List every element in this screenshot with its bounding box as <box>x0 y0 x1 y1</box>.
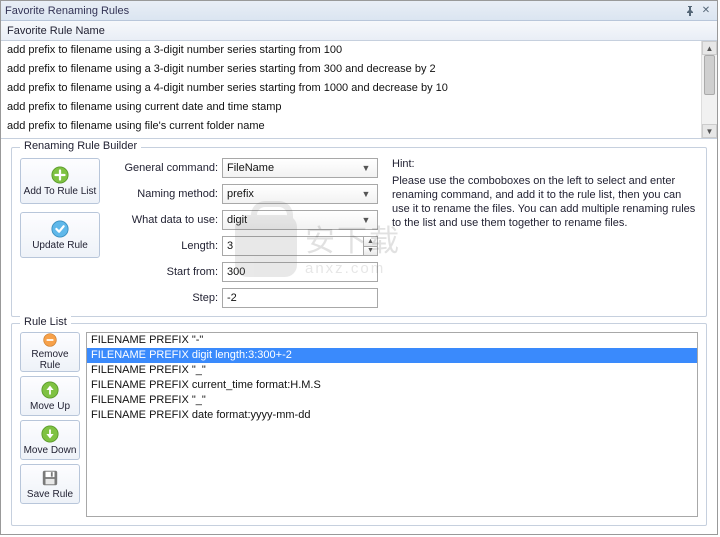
scroll-thumb[interactable] <box>704 55 715 95</box>
builder-form: General command: FileName ▼ Naming metho… <box>108 158 378 308</box>
rule-list-legend: Rule List <box>20 316 71 328</box>
favorites-header[interactable]: Favorite Rule Name <box>1 21 717 41</box>
what-data-value: digit <box>227 214 359 226</box>
chevron-down-icon: ▼ <box>359 189 373 199</box>
remove-rule-label: Remove Rule <box>21 349 79 371</box>
chevron-down-icon: ▼ <box>359 163 373 173</box>
update-rule-button[interactable]: Update Rule <box>20 212 100 258</box>
length-spinner[interactable]: 3 ▲▼ <box>222 236 378 256</box>
favorite-row[interactable]: add prefix to filename using a 3-digit n… <box>1 60 701 79</box>
naming-method-combo[interactable]: prefix ▼ <box>222 184 378 204</box>
hint-panel: Hint: Please use the comboboxes on the l… <box>386 158 698 308</box>
start-from-input[interactable]: 300 <box>222 262 378 282</box>
titlebar: Favorite Renaming Rules ✕ <box>1 1 717 21</box>
general-command-value: FileName <box>227 162 359 174</box>
start-from-label: Start from: <box>108 266 218 278</box>
favorites-list-wrap: add prefix to filename using a 3-digit n… <box>1 41 717 139</box>
rule-list-item[interactable]: FILENAME PREFIX "_" <box>87 363 697 378</box>
rule-list-item[interactable]: FILENAME PREFIX digit length:3:300+-2 <box>87 348 697 363</box>
general-command-combo[interactable]: FileName ▼ <box>222 158 378 178</box>
start-from-value: 300 <box>227 266 245 278</box>
scroll-down-icon[interactable]: ▼ <box>702 124 717 138</box>
close-icon[interactable]: ✕ <box>699 4 713 18</box>
chevron-down-icon: ▼ <box>359 215 373 225</box>
move-up-label: Move Up <box>30 401 70 412</box>
favorites-header-label: Favorite Rule Name <box>7 25 105 37</box>
hint-text: Please use the comboboxes on the left to… <box>392 174 698 230</box>
step-input[interactable]: -2 <box>222 288 378 308</box>
save-rule-label: Save Rule <box>27 489 73 500</box>
builder-legend: Renaming Rule Builder <box>20 140 141 152</box>
update-button-label: Update Rule <box>32 240 88 251</box>
favorites-scrollbar[interactable]: ▲ ▼ <box>701 41 717 138</box>
favorite-row[interactable]: add prefix to filename using current dat… <box>1 98 701 117</box>
hint-label: Hint: <box>392 158 698 170</box>
window-title: Favorite Renaming Rules <box>5 5 681 17</box>
naming-method-value: prefix <box>227 188 359 200</box>
what-data-label: What data to use: <box>108 214 218 226</box>
rule-list-box[interactable]: FILENAME PREFIX "-"FILENAME PREFIX digit… <box>86 332 698 517</box>
add-button-label: Add To Rule List <box>24 186 97 197</box>
builder-area: Renaming Rule Builder Add To Rule List U… <box>1 139 717 323</box>
favorite-row[interactable]: add prefix to filename using a 3-digit n… <box>1 41 701 60</box>
remove-rule-button[interactable]: Remove Rule <box>20 332 80 372</box>
scroll-up-icon[interactable]: ▲ <box>702 41 717 55</box>
what-data-combo[interactable]: digit ▼ <box>222 210 378 230</box>
length-value: 3 <box>227 240 233 252</box>
rule-list-item[interactable]: FILENAME PREFIX date format:yyyy-mm-dd <box>87 408 697 423</box>
spin-up-icon[interactable]: ▲ <box>363 237 377 247</box>
add-to-rule-list-button[interactable]: Add To Rule List <box>20 158 100 204</box>
favorite-row[interactable]: add prefix to filename using a 4-digit n… <box>1 79 701 98</box>
rule-list-buttons: Remove Rule Move Up Move Down Save Rule <box>20 332 80 517</box>
naming-method-label: Naming method: <box>108 188 218 200</box>
favorites-list[interactable]: add prefix to filename using a 3-digit n… <box>1 41 701 138</box>
move-up-button[interactable]: Move Up <box>20 376 80 416</box>
step-value: -2 <box>227 292 237 304</box>
pin-icon[interactable] <box>683 4 697 18</box>
rule-list-item[interactable]: FILENAME PREFIX "_" <box>87 393 697 408</box>
general-command-label: General command: <box>108 162 218 174</box>
favorite-row[interactable]: add prefix to filename using file's curr… <box>1 117 701 136</box>
rule-list-fieldset: Rule List Remove Rule Move Up Move Down … <box>11 323 707 526</box>
rule-list-item[interactable]: FILENAME PREFIX current_time format:H.M.… <box>87 378 697 393</box>
builder-left-buttons: Add To Rule List Update Rule <box>20 158 100 308</box>
scroll-track[interactable] <box>702 55 717 124</box>
rule-list-item[interactable]: FILENAME PREFIX "-" <box>87 333 697 348</box>
step-label: Step: <box>108 292 218 304</box>
length-label: Length: <box>108 240 218 252</box>
save-rule-button[interactable]: Save Rule <box>20 464 80 504</box>
builder-fieldset: Renaming Rule Builder Add To Rule List U… <box>11 147 707 317</box>
rule-list-area: Rule List Remove Rule Move Up Move Down … <box>1 323 717 534</box>
move-down-button[interactable]: Move Down <box>20 420 80 460</box>
spin-down-icon[interactable]: ▼ <box>363 247 377 256</box>
window-root: Favorite Renaming Rules ✕ Favorite Rule … <box>0 0 718 535</box>
move-down-label: Move Down <box>24 445 77 456</box>
